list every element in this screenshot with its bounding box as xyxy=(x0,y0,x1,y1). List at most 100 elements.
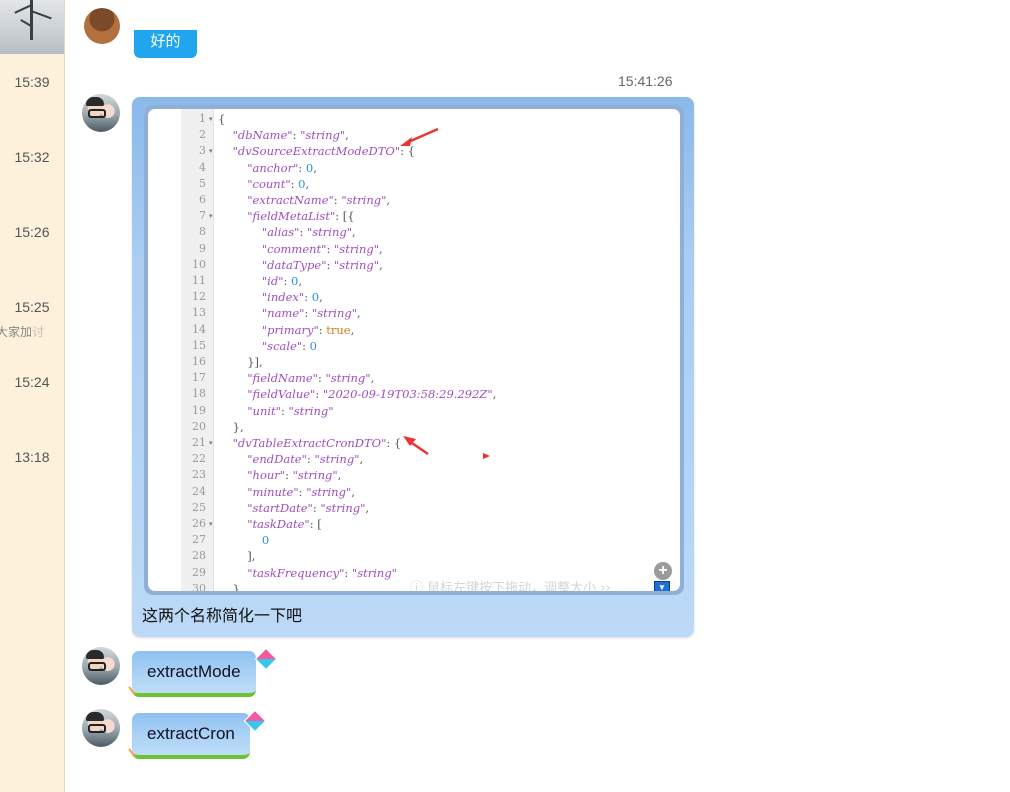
resize-hint: ⓘ 鼠标左键按下拖动，调整大小 ›› xyxy=(410,581,611,591)
line-number: 1 xyxy=(199,112,206,125)
fold-arrow-icon[interactable]: ▾ xyxy=(209,208,213,224)
line-number: 21 xyxy=(192,436,206,449)
message-bubble: 好的 xyxy=(134,30,197,58)
line-number: 2 xyxy=(199,128,206,142)
code-line: 5 "count": 0, xyxy=(148,176,680,192)
fold-arrow-icon[interactable]: ▾ xyxy=(209,111,213,127)
message-caption: 这两个名称简化一下吧 xyxy=(142,606,303,625)
line-number: 24 xyxy=(192,484,206,498)
sender-avatar[interactable] xyxy=(82,647,120,685)
line-number: 12 xyxy=(192,290,206,304)
conversation-preview-fade: 讨 xyxy=(32,325,45,339)
code-text: "hour": "string", xyxy=(247,468,342,483)
code-text: }], xyxy=(218,355,263,369)
conversation-time[interactable]: 15:32 xyxy=(0,149,64,165)
fold-arrow-icon[interactable]: ▾ xyxy=(209,143,213,159)
sender-avatar[interactable] xyxy=(84,8,120,44)
code-line: 17 "fieldName": "string", xyxy=(148,370,680,386)
code-text: "unit": "string" xyxy=(247,403,334,418)
fold-arrow-icon[interactable]: ▾ xyxy=(209,435,213,451)
message-text: extractCron xyxy=(147,724,235,743)
code-text: "extractName": "string", xyxy=(247,193,391,207)
sender-avatar[interactable] xyxy=(82,709,120,747)
code-line: 23 "hour": "string", xyxy=(148,467,680,483)
code-text: ], xyxy=(218,549,256,564)
code-text: "name": "string", xyxy=(261,306,361,321)
line-number: 29 xyxy=(192,565,206,579)
code-text: "index": 0, xyxy=(261,290,323,305)
code-text: "startDate": "string", xyxy=(247,500,370,515)
code-text: }, xyxy=(218,581,244,591)
code-line: 9 "comment": "string", xyxy=(148,241,680,257)
code-text: }, xyxy=(218,419,244,434)
code-line: 14 "primary": true, xyxy=(148,322,680,338)
code-text: "id": 0, xyxy=(261,274,303,288)
line-number: 5 xyxy=(199,176,206,190)
red-pointer-mark xyxy=(483,453,490,459)
red-arrow-annotation xyxy=(403,436,429,456)
conversation-thumbnail[interactable] xyxy=(0,0,64,54)
line-number: 11 xyxy=(192,274,206,287)
conversation-time[interactable]: 15:39 xyxy=(0,74,64,90)
code-text: "comment": "string", xyxy=(261,241,383,256)
code-text: "fieldValue": "2020-09-19T03:58:29.292Z"… xyxy=(247,387,497,402)
code-line: 24 "minute": "string", xyxy=(148,484,680,500)
code-text: "fieldName": "string", xyxy=(247,371,375,386)
code-line: 11 "id": 0, xyxy=(148,273,680,289)
line-number: 9 xyxy=(199,241,206,255)
code-text: "dvTableExtractCronDTO": { xyxy=(232,436,402,450)
code-line: 27 0 xyxy=(148,532,680,548)
conversation-time[interactable]: 15:25 xyxy=(0,299,64,315)
code-line: 4 "anchor": 0, xyxy=(148,160,680,176)
code-text: "fieldMetaList": [{ xyxy=(247,209,355,224)
expand-icon[interactable]: ▼ xyxy=(654,581,670,591)
line-number: 8 xyxy=(199,225,206,239)
message-text: extractMode xyxy=(147,662,241,681)
line-number: 6 xyxy=(199,193,206,206)
code-text: "endDate": "string", xyxy=(247,452,364,467)
line-number: 10 xyxy=(192,257,206,271)
conversation-time[interactable]: 13:18 xyxy=(0,449,64,465)
code-line: 7 ▾ "fieldMetaList": [{ xyxy=(148,208,680,224)
code-text: "dvSourceExtractModeDTO": { xyxy=(232,144,415,159)
line-number: 22 xyxy=(192,452,206,466)
sender-avatar[interactable] xyxy=(82,94,120,132)
fold-arrow-icon[interactable]: ▾ xyxy=(209,516,213,532)
line-number: 28 xyxy=(192,549,206,563)
conversation-time[interactable]: 15:24 xyxy=(0,374,64,390)
code-line: 28 ], xyxy=(148,548,680,564)
line-number: 30 xyxy=(192,581,206,591)
code-text: 0 xyxy=(261,533,270,548)
red-arrow-annotation xyxy=(400,127,439,146)
conversation-preview[interactable]: 大家加讨 xyxy=(0,323,44,340)
code-text: "taskFrequency": "string" xyxy=(247,565,397,580)
code-text: "minute": "string", xyxy=(247,484,355,499)
code-line: 6 "extractName": "string", xyxy=(148,192,680,208)
code-text: "scale": 0 xyxy=(261,338,317,353)
line-number: 4 xyxy=(199,160,206,174)
code-text: "dbName": "string", xyxy=(232,128,349,143)
conversation-preview-text: 大家加 xyxy=(0,325,33,339)
conversation-sidebar: 15:39 15:32 15:26 15:25 大家加讨 15:24 13:18 xyxy=(0,0,65,792)
code-line: 10 "dataType": "string", xyxy=(148,257,680,273)
kite-sticker-icon xyxy=(254,647,278,671)
line-number: 15 xyxy=(192,338,206,352)
line-number: 7 xyxy=(199,209,206,223)
line-number: 18 xyxy=(192,387,206,401)
line-number: 16 xyxy=(192,355,206,368)
code-text: "taskDate": [ xyxy=(247,517,322,531)
code-line: 26 ▾ "taskDate": [ xyxy=(148,516,680,532)
line-number: 14 xyxy=(192,322,206,336)
code-text: "primary": true, xyxy=(261,322,355,337)
line-number: 27 xyxy=(192,533,206,547)
conversation-time[interactable]: 15:26 xyxy=(0,224,64,240)
message-timestamp: 15:41:26 xyxy=(618,73,673,89)
line-number: 20 xyxy=(192,419,206,433)
code-text: { xyxy=(218,112,226,126)
line-number: 3 xyxy=(199,144,206,158)
zoom-in-icon[interactable]: + xyxy=(654,562,672,580)
code-line: 15 "scale": 0 xyxy=(148,338,680,354)
code-line: 18 "fieldValue": "2020-09-19T03:58:29.29… xyxy=(148,386,680,402)
code-line: 1 ▾ { xyxy=(148,111,680,127)
code-screenshot[interactable]: 1 ▾{2 "dbName": "string", 3 ▾ "dvSourceExtr… xyxy=(144,105,684,595)
